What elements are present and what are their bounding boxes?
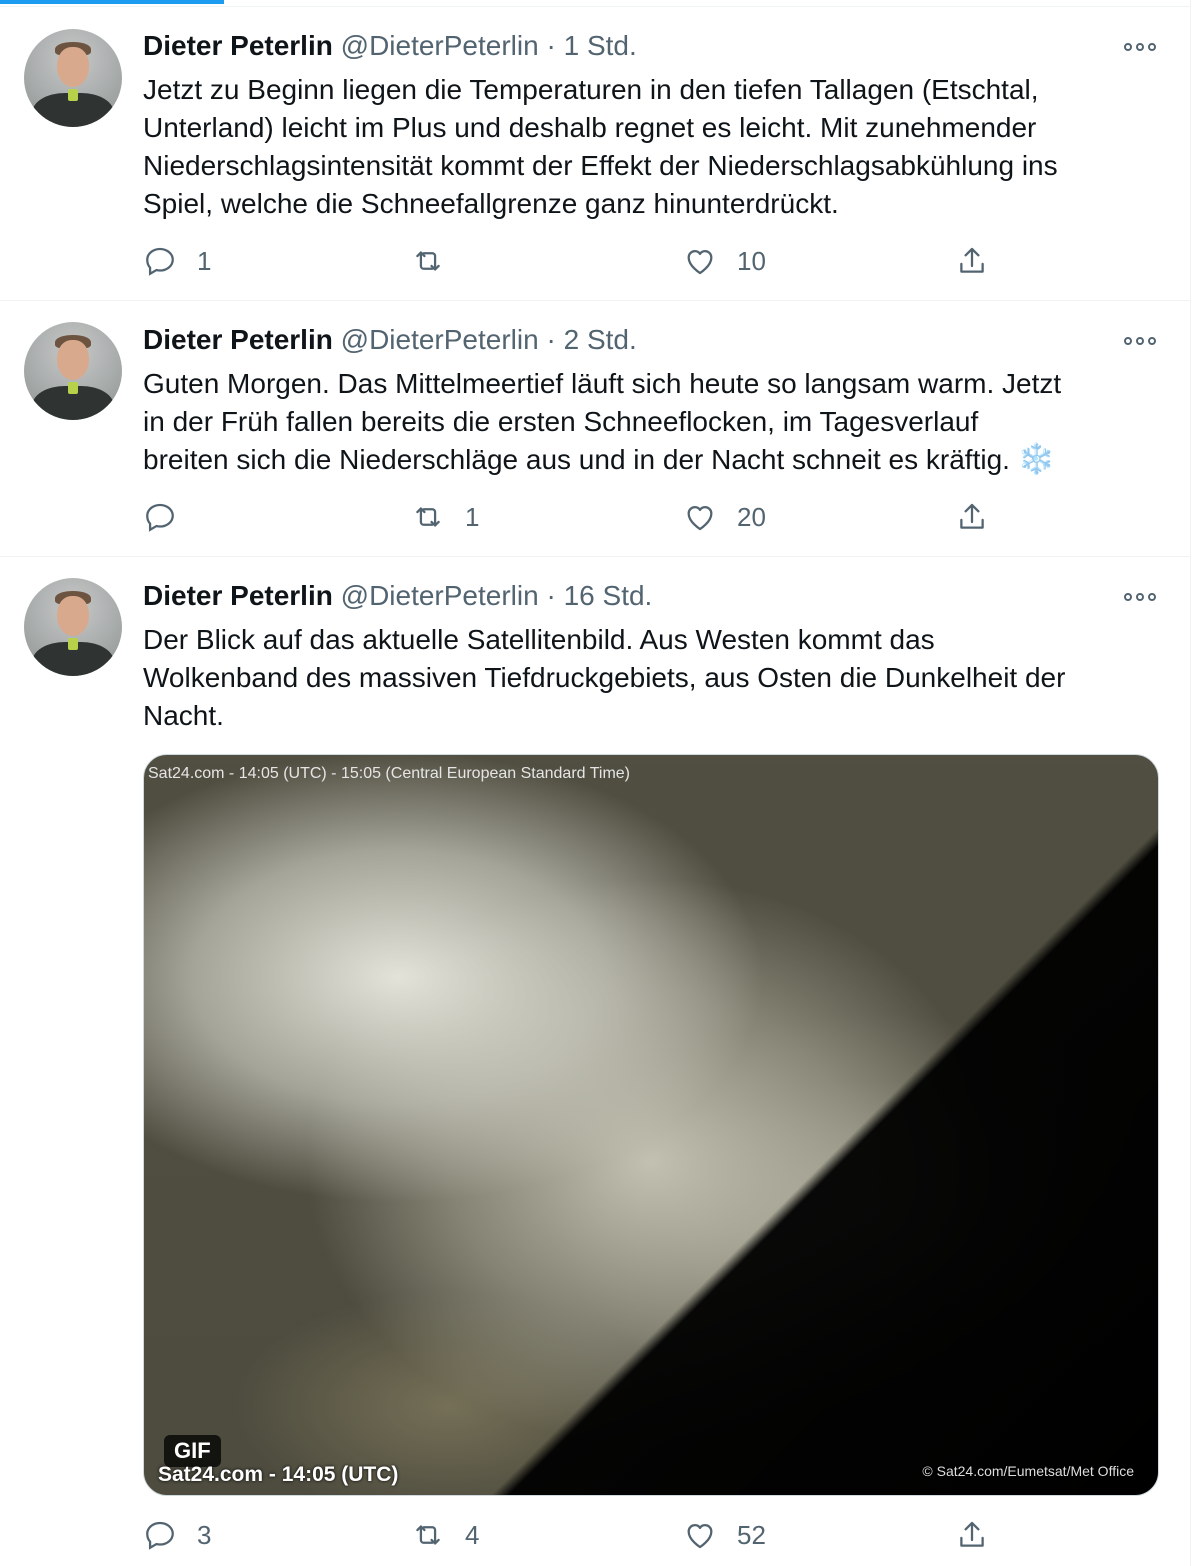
like-button[interactable]: 20 (683, 497, 766, 537)
tweet[interactable]: Dieter Peterlin @DieterPeterlin · 1 Std.… (0, 7, 1190, 301)
reply-icon (146, 1521, 174, 1550)
tweet[interactable]: Dieter Peterlin @DieterPeterlin · 2 Std.… (0, 301, 1190, 557)
heart-icon (687, 505, 713, 531)
author-name[interactable]: Dieter Peterlin (143, 580, 333, 611)
separator-dot: · (546, 30, 556, 61)
reply-count: 3 (197, 1519, 212, 1550)
reply-button[interactable] (143, 497, 197, 537)
loading-progress-bar (0, 0, 224, 4)
reply-count: 1 (197, 245, 212, 276)
avatar[interactable] (24, 578, 122, 676)
reply-button[interactable]: 1 (143, 241, 211, 281)
retweet-icon (416, 507, 440, 527)
avatar[interactable] (24, 322, 122, 420)
tweet-text-line: Der Blick auf das aktuelle Satellitenbil… (143, 624, 935, 655)
retweet-count: 1 (465, 501, 480, 532)
tweet-time[interactable]: 2 Std. (564, 324, 637, 355)
share-button[interactable] (955, 241, 989, 281)
author-handle[interactable]: @DieterPeterlin (341, 580, 539, 611)
like-button[interactable]: 52 (683, 1515, 766, 1555)
reply-button[interactable]: 3 (143, 1515, 211, 1555)
like-count: 10 (737, 245, 766, 276)
tweet-header: Dieter Peterlin @DieterPeterlin · 2 Std. (143, 323, 637, 357)
reply-icon (146, 503, 174, 532)
tweet-text-line: Wolkenband des massiven Tiefdruckgebiets… (143, 662, 1066, 693)
tweet-time[interactable]: 1 Std. (564, 30, 637, 61)
tweet-text-line: in der Früh fallen bereits die ersten Sc… (143, 406, 979, 437)
media-timestamp-overlay: Sat24.com - 14:05 (UTC) - 15:05 (Central… (148, 765, 630, 782)
like-count: 20 (737, 501, 766, 532)
media-copyright: © Sat24.com/Eumetsat/Met Office (922, 1463, 1134, 1479)
share-button[interactable] (955, 1515, 989, 1555)
separator-dot: · (546, 324, 556, 355)
heart-icon (687, 249, 713, 275)
tweet-text: Jetzt zu Beginn liegen die Temperaturen … (143, 71, 1173, 223)
tweet-text-line: Guten Morgen. Das Mittelmeertief läuft s… (143, 368, 1062, 399)
tweet-text: Der Blick auf das aktuelle Satellitenbil… (143, 621, 1173, 735)
tweet-text-line: Nacht. (143, 700, 224, 731)
tweet-actions: 1 10 (143, 241, 1173, 281)
tweet-text-line: breiten sich die Niederschläge aus und i… (143, 441, 1173, 479)
tweet-actions: 1 20 (143, 497, 1173, 537)
like-button[interactable]: 10 (683, 241, 766, 281)
retweet-icon (416, 1525, 440, 1545)
tweet-text-line: Unterland) leicht im Plus und deshalb re… (143, 112, 1037, 143)
satellite-gif[interactable]: Sat24.com - 14:05 (UTC) - 15:05 (Central… (143, 754, 1159, 1496)
retweet-count: 4 (465, 1519, 480, 1550)
retweet-button[interactable]: 1 (411, 497, 479, 537)
author-name[interactable]: Dieter Peterlin (143, 30, 333, 61)
like-count: 52 (737, 1519, 766, 1550)
more-options-icon[interactable] (1124, 590, 1158, 604)
separator-dot: · (546, 580, 556, 611)
reply-icon (146, 247, 174, 276)
share-button[interactable] (955, 497, 989, 537)
share-icon (960, 503, 984, 529)
tweet-actions: 3 4 52 (143, 1515, 1173, 1555)
share-icon (960, 247, 984, 273)
tweet-text-line: Jetzt zu Beginn liegen die Temperaturen … (143, 74, 1039, 105)
share-icon (960, 1521, 984, 1547)
tweet-text-line-content: breiten sich die Niederschläge aus und i… (143, 444, 1010, 475)
tweet-text-line: Spiel, welche die Schneefallgrenze ganz … (143, 188, 839, 219)
tweet-text-line: Niederschlagsintensität kommt der Effekt… (143, 150, 1058, 181)
heart-icon (687, 1523, 713, 1549)
tweet-time[interactable]: 16 Std. (564, 580, 653, 611)
avatar[interactable] (24, 29, 122, 127)
author-handle[interactable]: @DieterPeterlin (341, 324, 539, 355)
timeline: Dieter Peterlin @DieterPeterlin · 1 Std.… (0, 0, 1191, 1566)
retweet-button[interactable]: 4 (411, 1515, 479, 1555)
tweet-text: Guten Morgen. Das Mittelmeertief läuft s… (143, 365, 1173, 479)
tweet-header: Dieter Peterlin @DieterPeterlin · 1 Std. (143, 29, 637, 63)
more-options-icon[interactable] (1124, 334, 1158, 348)
tweet-header: Dieter Peterlin @DieterPeterlin · 16 Std… (143, 579, 652, 613)
retweet-button[interactable] (411, 241, 465, 281)
more-options-icon[interactable] (1124, 40, 1158, 54)
snowflake-emoji: ❄️ (1017, 443, 1056, 476)
author-name[interactable]: Dieter Peterlin (143, 324, 333, 355)
retweet-icon (416, 251, 440, 271)
media-caption: Sat24.com - 14:05 (UTC) (158, 1463, 399, 1486)
author-handle[interactable]: @DieterPeterlin (341, 30, 539, 61)
